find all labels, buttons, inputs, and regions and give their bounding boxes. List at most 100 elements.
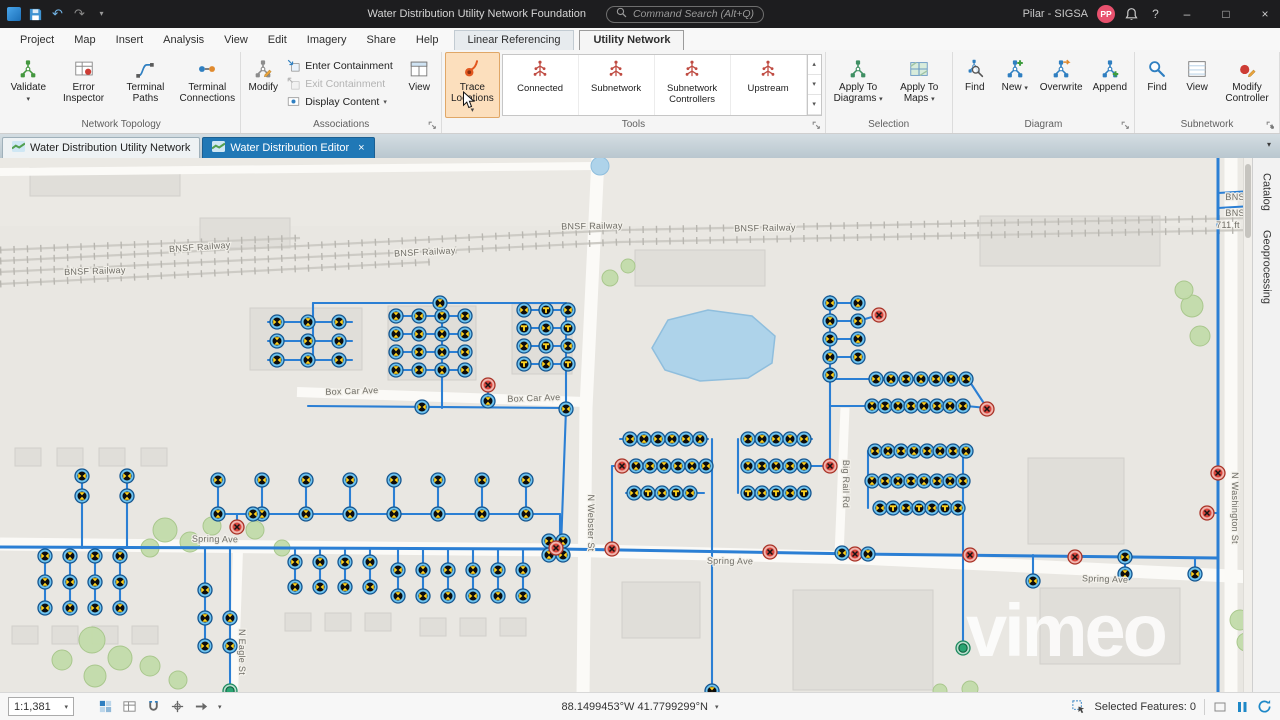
gallery-down-icon[interactable]: ▾ [807,75,821,95]
network-node-bowtie[interactable] [678,430,694,447]
network-node-bowtie[interactable] [698,457,714,474]
network-node-bowtie[interactable] [560,337,576,354]
chevron-down-icon[interactable]: ▾ [218,703,222,711]
network-node-bowtie[interactable] [558,400,574,417]
network-node-red[interactable] [762,543,778,560]
network-node-bowtie[interactable] [877,397,893,414]
network-node-cross[interactable] [864,472,880,489]
flow-direction-icon[interactable] [194,698,209,715]
network-node-bowtie[interactable] [362,578,378,595]
network-node-tee[interactable] [937,499,953,516]
gallery-expand-icon[interactable]: ▾ [807,95,821,115]
network-node-bowtie[interactable] [74,467,90,484]
network-node-bowtie[interactable] [411,325,427,342]
network-node-bowtie[interactable] [457,361,473,378]
network-node-bowtie[interactable] [850,348,866,365]
network-node-cross[interactable] [287,578,303,595]
modify-controller-button[interactable]: Modify Controller [1218,52,1276,118]
network-node-cross[interactable] [434,343,450,360]
validate-button[interactable]: Validate ▾ [5,52,52,118]
gallery-item-subnetwork[interactable]: Subnetwork [579,55,655,115]
network-node-cross[interactable] [362,553,378,570]
menu-tab-imagery[interactable]: Imagery [297,31,357,50]
network-node-cross[interactable] [636,430,652,447]
network-node-cross[interactable] [932,442,948,459]
network-node-bowtie[interactable] [87,599,103,616]
network-node-bowtie[interactable] [440,561,456,578]
redo-button[interactable]: ↷ [72,6,87,22]
network-node-red[interactable] [1199,504,1215,521]
network-node-cross[interactable] [119,487,135,504]
network-node-bowtie[interactable] [518,471,534,488]
network-node-tee[interactable] [885,499,901,516]
terminal-connections-button[interactable]: Terminal Connections [177,52,237,118]
network-node-cross[interactable] [300,313,316,330]
network-node-cross[interactable] [386,505,402,522]
network-node-bowtie[interactable] [269,351,285,368]
modify-button[interactable]: Modify [244,52,282,118]
network-node-cross[interactable] [331,332,347,349]
apply-to-diagrams-button[interactable]: Apply To Diagrams ▾ [829,52,888,118]
network-node-cross[interactable] [415,561,431,578]
menu-tab-linear-referencing[interactable]: Linear Referencing [453,30,575,50]
network-node-bowtie[interactable] [898,499,914,516]
network-node-cross[interactable] [684,457,700,474]
help-icon[interactable]: ? [1148,6,1163,22]
network-node-bowtie[interactable] [796,430,812,447]
append-button[interactable]: Append [1089,52,1131,118]
network-node-bowtie[interactable] [898,370,914,387]
network-node-bowtie[interactable] [626,484,642,501]
network-node-bowtie[interactable] [312,578,328,595]
dialog-launcher-icon[interactable] [811,120,822,131]
network-node-bowtie[interactable] [87,547,103,564]
network-node-cross[interactable] [440,587,456,604]
ribbon-collapse-chevron-icon[interactable]: ▴ [1270,121,1274,130]
network-node-bowtie[interactable] [924,499,940,516]
network-node-cross[interactable] [890,397,906,414]
new-button[interactable]: New ▾ [996,52,1034,118]
network-node-tee[interactable] [640,484,656,501]
undo-button[interactable]: ↶ [50,6,65,22]
network-node-cross[interactable] [850,330,866,347]
network-node-tee[interactable] [668,484,684,501]
network-node-bowtie[interactable] [414,398,430,415]
network-node-cross[interactable] [434,361,450,378]
network-node-bowtie[interactable] [62,573,78,590]
network-node-red[interactable] [604,540,620,557]
network-node-cross[interactable] [913,370,929,387]
network-node-bowtie[interactable] [867,442,883,459]
network-node-bowtie[interactable] [868,370,884,387]
network-node-bowtie[interactable] [37,599,53,616]
network-node-tee[interactable] [740,484,756,501]
network-node-bowtie[interactable] [560,301,576,318]
dialog-launcher-icon[interactable] [427,120,438,131]
network-node-cross[interactable] [474,505,490,522]
network-node-cross[interactable] [768,457,784,474]
network-node-cross[interactable] [782,430,798,447]
network-node-bowtie[interactable] [298,471,314,488]
network-node-cross[interactable] [210,505,226,522]
network-node-cross[interactable] [62,599,78,616]
network-node-cross[interactable] [890,472,906,489]
network-node-cross[interactable] [37,573,53,590]
find-button[interactable]: Find [1138,52,1176,118]
network-node-tee[interactable] [538,337,554,354]
network-node-bowtie[interactable] [754,457,770,474]
terminal-paths-button[interactable]: Terminal Paths [115,52,175,118]
enter-containment-button[interactable]: Enter Containment [284,57,398,74]
network-node-bowtie[interactable] [342,471,358,488]
network-node-red[interactable] [548,539,564,556]
dialog-launcher-icon[interactable] [1120,120,1131,131]
network-node-cross[interactable] [958,442,974,459]
overwrite-button[interactable]: Overwrite [1036,52,1087,118]
network-node-bowtie[interactable] [386,471,402,488]
menu-tab-insert[interactable]: Insert [106,31,154,50]
network-node-red[interactable] [962,546,978,563]
gallery-scrollbar[interactable]: ▴ ▾ ▾ [806,55,821,115]
network-node-bowtie[interactable] [337,553,353,570]
network-node-cross[interactable] [87,573,103,590]
gallery-item-connected[interactable]: Connected [503,55,579,115]
network-node-cross[interactable] [390,587,406,604]
network-node-bowtie[interactable] [850,312,866,329]
network-node-bowtie[interactable] [822,330,838,347]
